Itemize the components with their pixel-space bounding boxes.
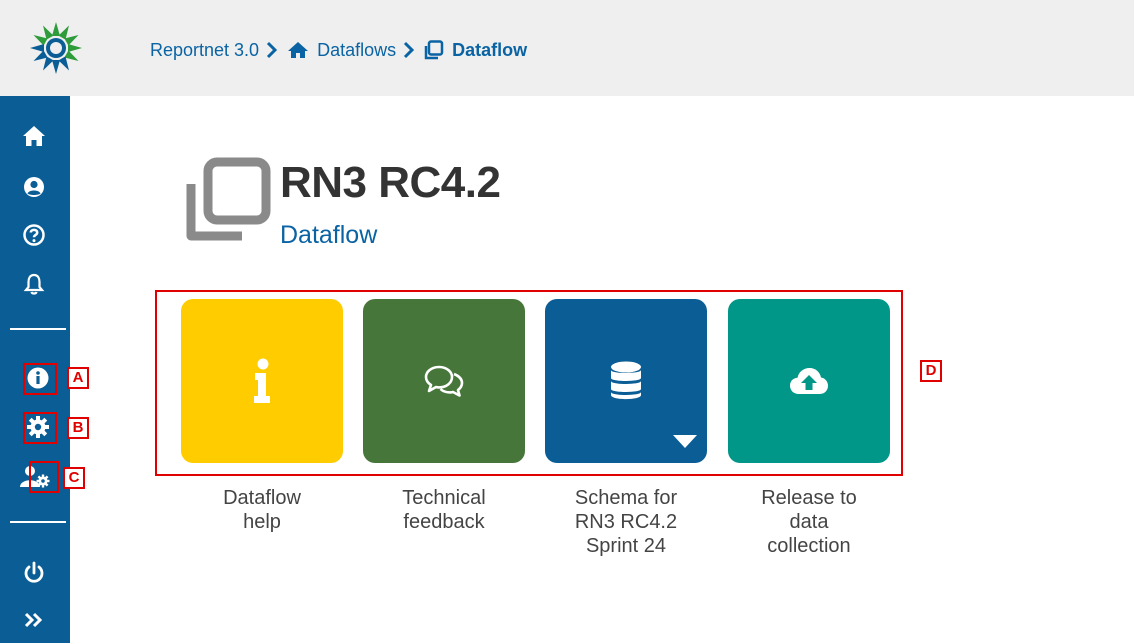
chevron-right-icon xyxy=(404,41,415,59)
eea-logo[interactable] xyxy=(28,20,84,76)
technical-feedback-button[interactable] xyxy=(363,299,525,463)
breadcrumb: Reportnet 3.0 Dataflows Dataflow xyxy=(150,38,527,62)
breadcrumb-item-reportnet[interactable]: Reportnet 3.0 xyxy=(150,40,259,61)
user-icon[interactable] xyxy=(22,175,46,199)
top-header: Reportnet 3.0 Dataflows Dataflow xyxy=(0,0,1134,96)
marker-label-b: B xyxy=(67,417,89,439)
tile-caption-dataflow-help: Dataflow help xyxy=(172,486,352,534)
expand-icon[interactable] xyxy=(22,608,46,632)
caption-line: Dataflow xyxy=(223,487,301,509)
caption-line: Release to xyxy=(761,487,857,509)
dataflow-help-button[interactable] xyxy=(181,299,343,463)
breadcrumb-item-dataflow: Dataflow xyxy=(452,39,528,60)
schema-dropdown-button[interactable] xyxy=(545,299,707,463)
tile-caption-schema: Schema for RN3 RC4.2 Sprint 24 xyxy=(536,486,716,558)
caption-line: collection xyxy=(767,535,851,557)
home-icon[interactable] xyxy=(22,124,46,148)
chevron-right-icon xyxy=(267,41,278,59)
breadcrumb-item-dataflows[interactable]: Dataflows xyxy=(317,40,396,61)
marker-box-a xyxy=(23,363,57,395)
caption-line: help xyxy=(243,511,281,533)
page-subtitle: Dataflow xyxy=(280,221,378,249)
release-button[interactable] xyxy=(728,299,890,463)
help-icon[interactable] xyxy=(22,223,46,247)
info-icon xyxy=(254,358,270,403)
caption-line: feedback xyxy=(403,511,485,533)
clone-icon xyxy=(186,157,271,241)
marker-label-c: C xyxy=(63,467,85,489)
marker-label-d: D xyxy=(920,360,942,382)
caption-line: Sprint 24 xyxy=(585,535,667,557)
comments-icon xyxy=(424,365,464,397)
sidebar-divider xyxy=(10,328,66,330)
marker-label-a: A xyxy=(67,367,89,389)
marker-box-c xyxy=(29,461,59,493)
sidebar-divider xyxy=(10,521,66,523)
page-title: RN3 RC4.2 xyxy=(280,158,501,207)
caption-line: Technical xyxy=(402,487,486,509)
clone-icon xyxy=(424,40,444,60)
bell-icon[interactable] xyxy=(22,272,46,296)
marker-box-b xyxy=(23,412,57,444)
tile-caption-technical-feedback: Technical feedback xyxy=(354,486,534,534)
power-icon[interactable] xyxy=(22,561,46,585)
caption-line: data xyxy=(789,511,829,533)
cloud-upload-icon xyxy=(790,368,828,394)
database-icon xyxy=(611,361,641,400)
tile-caption-release: Release to data collection xyxy=(719,486,899,558)
caption-line: RN3 RC4.2 xyxy=(574,511,678,533)
caption-line: Schema for xyxy=(574,487,678,509)
home-icon xyxy=(288,42,309,58)
caret-down-icon[interactable] xyxy=(673,435,697,449)
